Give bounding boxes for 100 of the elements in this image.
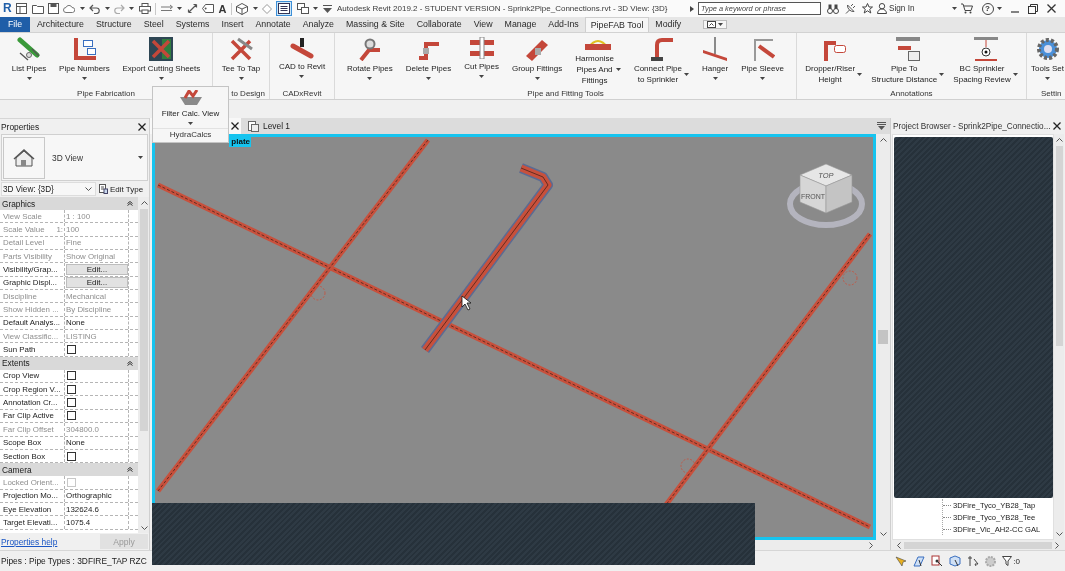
windows-icon[interactable] [296,3,309,14]
scroll-up-icon[interactable] [140,201,148,205]
scrollbar[interactable] [876,134,890,540]
ribbon-button[interactable]: Rotate Pipes [346,37,394,80]
type-selector[interactable]: 3D View [1,134,148,181]
customize-menu-icon[interactable] [322,4,332,13]
drag-icon[interactable] [967,555,980,567]
scroll-up-icon[interactable] [1055,138,1063,142]
printer-icon[interactable] [138,3,151,14]
ribbon-button[interactable]: Delete Pipes [404,37,453,80]
diagonal-arrow-icon[interactable] [186,3,198,14]
caret-icon[interactable] [79,7,85,10]
view-dropdown[interactable]: 3D View: {3D} [1,182,96,196]
ribbon-button[interactable]: List Pipes [10,37,48,80]
cube-icon[interactable] [236,2,249,15]
pin-icon[interactable] [931,555,944,567]
sign-in-button[interactable]: Sign In [877,3,915,14]
expand-arrow-icon[interactable] [690,5,694,12]
scrollbar-thumb[interactable] [140,209,148,431]
scroll-right-icon[interactable] [869,541,873,549]
ribbon-button[interactable]: Group Fittings [510,37,564,80]
caret-icon[interactable] [129,7,135,10]
ribbon-tab[interactable]: Structure [89,17,138,32]
ribbon-tab[interactable]: View [467,17,499,32]
checkbox[interactable] [67,345,76,355]
scrollbar[interactable] [138,197,149,533]
ribbon-button[interactable]: BC Sprinkler Spacing Review [952,37,1019,85]
edit-button[interactable]: Edit... [66,277,128,289]
file-tab[interactable]: File [0,17,30,32]
ribbon-tab[interactable]: Systems [169,17,216,32]
caret-icon[interactable] [104,7,110,10]
ribbon-tab[interactable]: Architecture [31,17,90,32]
box-face-icon[interactable] [949,555,962,567]
ribbon-tab[interactable]: Steel [137,17,170,32]
ribbon-button[interactable]: Filter Calc. View [160,90,221,125]
scroll-down-icon[interactable] [140,526,148,530]
checkbox[interactable] [67,384,76,394]
close-icon[interactable] [1053,122,1061,130]
scrollbar[interactable] [891,540,1065,550]
close-icon[interactable] [1046,4,1056,13]
section-header[interactable]: Extents [0,356,138,370]
ribbon-button[interactable]: Harmonise Pipes And Fittings [574,37,622,86]
double-line-arrow-icon[interactable] [160,4,173,13]
ribbon-tab[interactable]: PipeFAB Tool [584,17,650,32]
ribbon-button[interactable]: Connect Pipe to Sprinkler [632,37,690,85]
edit-button[interactable]: Edit... [66,264,128,276]
ribbon-button[interactable]: Pipe Numbers [58,37,111,80]
app-logo[interactable]: R [3,2,12,15]
cursor-arrow-icon[interactable] [895,555,908,567]
ribbon-tab[interactable]: Annotate [249,17,297,32]
text-tool-button[interactable]: A [218,2,227,15]
caret-icon[interactable] [313,7,319,10]
folder-icon[interactable] [31,3,44,14]
scroll-up-icon[interactable] [879,138,887,142]
scroll-down-icon[interactable] [879,532,887,536]
ribbon-tab[interactable]: Add-Ins [542,17,585,32]
ribbon-tab[interactable]: Insert [215,17,250,32]
checkbox[interactable] [67,451,76,461]
caret-icon[interactable] [252,7,258,10]
ribbon-button[interactable]: Tee To Tap [220,37,262,80]
ribbon-button[interactable]: Pipe Sleeve [740,37,785,80]
scrollbar-thumb[interactable] [878,330,888,344]
caret-icon[interactable] [177,7,183,10]
close-icon[interactable] [231,122,239,130]
scroll-left-icon[interactable] [897,541,901,549]
scrollbar-thumb[interactable] [904,541,1052,549]
close-icon[interactable] [138,122,146,131]
ribbon-tab[interactable]: Collaborate [410,17,468,32]
undo-icon[interactable] [89,3,101,14]
edit-type-button[interactable]: Edit Type [98,182,145,196]
ribbon-button[interactable]: Tools Set [1030,37,1065,80]
cart-icon[interactable] [960,3,973,14]
ribbon-button[interactable]: Hanger [700,37,730,80]
binoculars-icon[interactable] [827,3,839,14]
star-icon[interactable] [862,3,873,14]
tag-icon[interactable] [202,4,214,13]
cloud-icon[interactable] [63,4,76,13]
ribbon-button[interactable]: Export Cutting Sheets [121,37,202,80]
thin-lines-button[interactable] [276,1,293,16]
satellite-dish-icon[interactable] [845,3,856,14]
filter-button[interactable]: :0 [1002,556,1020,566]
caret-icon[interactable] [951,7,957,10]
section-header[interactable]: Graphics [0,197,138,210]
document-tab[interactable]: Level 1 [243,118,295,134]
save-icon[interactable] [47,3,59,14]
scrollbar-thumb[interactable] [1055,146,1063,346]
caret-icon[interactable] [996,7,1002,10]
help-link[interactable]: Properties help [1,536,58,547]
ribbon-tab[interactable]: Massing & Site [339,17,411,32]
tab-menu-icon[interactable] [877,122,886,130]
ribbon-tab[interactable]: Analyze [296,17,340,32]
scrollbar[interactable] [1054,134,1064,540]
ribbon-toggle-button[interactable] [703,20,728,29]
ribbon-button[interactable]: Dropper/Riser Height [804,37,864,85]
restore-icon[interactable] [1027,3,1038,14]
scroll-right-icon[interactable] [1055,541,1059,549]
ribbon-button[interactable]: CAD to Revit [277,37,327,78]
checkbox[interactable] [67,371,76,381]
window-grid-icon[interactable] [16,3,28,14]
checkbox[interactable] [67,411,76,421]
